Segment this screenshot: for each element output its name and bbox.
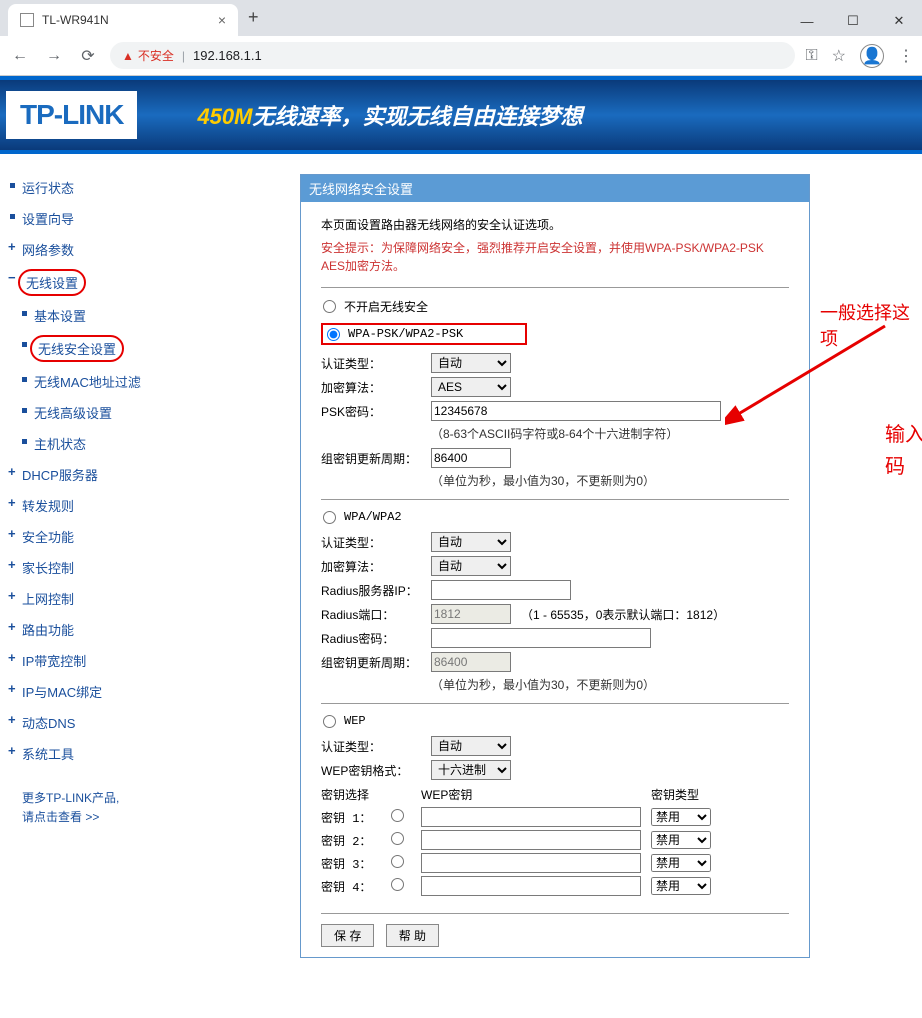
- warning-icon: ▲: [122, 49, 134, 63]
- annotation-select-this: 一般选择这项: [820, 299, 922, 351]
- browser-tab[interactable]: TL-WR941N ×: [8, 4, 238, 36]
- input-psk[interactable]: [431, 401, 721, 421]
- logo: TP-LINK: [6, 91, 137, 139]
- radio-wpapsk[interactable]: [327, 328, 340, 341]
- sidebar-item-hoststatus[interactable]: 主机状态: [6, 428, 164, 459]
- save-button[interactable]: 保 存: [321, 924, 374, 947]
- banner: TP-LINK 450M无线速率，实现无线自由连接梦想: [0, 76, 922, 154]
- sidebar-item-routing[interactable]: 路由功能: [6, 614, 164, 645]
- radio-wepkey-1[interactable]: [391, 809, 404, 822]
- radio-disable[interactable]: [323, 300, 336, 313]
- menu-icon[interactable]: ⋮: [898, 46, 914, 66]
- sidebar-item-securityfn[interactable]: 安全功能: [6, 521, 164, 552]
- select-weptype-1[interactable]: 禁用: [651, 808, 711, 826]
- input-radius-pw[interactable]: [431, 628, 651, 648]
- close-tab-icon[interactable]: ×: [218, 12, 226, 28]
- input-wepkey-2[interactable]: [421, 830, 641, 850]
- reload-icon[interactable]: ⟳: [76, 46, 100, 66]
- sidebar-item-network[interactable]: 网络参数: [6, 234, 164, 265]
- input-rekey-2: [431, 652, 511, 672]
- wep-row-1: 密钥 1： 禁用: [321, 807, 789, 827]
- maximize-icon[interactable]: ☐: [830, 6, 876, 36]
- key-icon[interactable]: ⚿: [805, 47, 817, 65]
- url-text: 192.168.1.1: [193, 48, 262, 63]
- back-icon[interactable]: ←: [8, 47, 32, 65]
- input-radius-port: [431, 604, 511, 624]
- select-weptype-4[interactable]: 禁用: [651, 877, 711, 895]
- select-weptype-3[interactable]: 禁用: [651, 854, 711, 872]
- sidebar-item-access[interactable]: 上网控制: [6, 583, 164, 614]
- sidebar-item-ipmac[interactable]: IP与MAC绑定: [6, 676, 164, 707]
- sidebar-item-parental[interactable]: 家长控制: [6, 552, 164, 583]
- sidebar-item-system[interactable]: 系统工具: [6, 738, 164, 769]
- radio-wepkey-2[interactable]: [391, 832, 404, 845]
- select-auth-type-1[interactable]: 自动: [431, 353, 511, 373]
- radio-wpa[interactable]: [323, 511, 336, 524]
- sidebar-item-basic[interactable]: 基本设置: [6, 300, 164, 331]
- sidebar-item-wireless[interactable]: 无线设置: [6, 265, 164, 300]
- sidebar-item-advanced[interactable]: 无线高级设置: [6, 397, 164, 428]
- sidebar-item-ddns[interactable]: 动态DNS: [6, 707, 164, 738]
- rekey-hint-1: （单位为秒，最小值为30，不更新则为0）: [431, 472, 789, 489]
- insecure-badge: ▲ 不安全: [122, 47, 174, 64]
- label-wep: WEP: [344, 714, 366, 728]
- address-bar[interactable]: ▲ 不安全 | 192.168.1.1: [110, 42, 795, 69]
- sidebar-item-status[interactable]: 运行状态: [6, 172, 164, 203]
- select-auth-type-3[interactable]: 自动: [431, 736, 511, 756]
- minimize-icon[interactable]: —: [784, 6, 830, 36]
- main-content: 无线网络安全设置 本页面设置路由器无线网络的安全认证选项。 安全提示：为保障网络…: [170, 154, 922, 978]
- radio-wep[interactable]: [323, 715, 336, 728]
- close-window-icon[interactable]: ✕: [876, 6, 922, 36]
- wep-row-3: 密钥 3： 禁用: [321, 853, 789, 873]
- label-wpa: WPA/WPA2: [344, 510, 402, 524]
- sidebar-item-security[interactable]: 无线安全设置: [6, 331, 164, 366]
- label-wpapsk: WPA-PSK/WPA2-PSK: [348, 327, 463, 341]
- profile-icon[interactable]: 👤: [860, 44, 884, 68]
- page-icon: [20, 13, 34, 27]
- radio-wepkey-4[interactable]: [391, 878, 404, 891]
- settings-panel: 无线网络安全设置 本页面设置路由器无线网络的安全认证选项。 安全提示：为保障网络…: [300, 174, 810, 958]
- more-products-link[interactable]: 更多TP-LINK产品, 请点击查看 >>: [6, 789, 164, 827]
- sidebar: 运行状态 设置向导 网络参数 无线设置 基本设置 无线安全设置 无线MAC地址过…: [0, 154, 170, 978]
- sidebar-item-forward[interactable]: 转发规则: [6, 490, 164, 521]
- annotation-enter-password: 输入你想设置的WiFi密码: [885, 419, 922, 483]
- radio-wepkey-3[interactable]: [391, 855, 404, 868]
- sidebar-item-dhcp[interactable]: DHCP服务器: [6, 459, 164, 490]
- label-disable: 不开启无线安全: [344, 298, 428, 315]
- input-wepkey-1[interactable]: [421, 807, 641, 827]
- new-tab-button[interactable]: +: [238, 0, 269, 36]
- tab-title: TL-WR941N: [42, 13, 109, 27]
- select-weptype-2[interactable]: 禁用: [651, 831, 711, 849]
- panel-title: 无线网络安全设置: [301, 175, 809, 202]
- select-encrypt-2[interactable]: 自动: [431, 556, 511, 576]
- browser-chrome: TL-WR941N × + — ☐ ✕ ← → ⟳ ▲ 不安全 | 192.16…: [0, 0, 922, 76]
- forward-icon[interactable]: →: [42, 47, 66, 65]
- select-encrypt-1[interactable]: AES: [431, 377, 511, 397]
- rekey-hint-2: （单位为秒，最小值为30，不更新则为0）: [431, 676, 789, 693]
- wep-row-2: 密钥 2： 禁用: [321, 830, 789, 850]
- sidebar-item-wizard[interactable]: 设置向导: [6, 203, 164, 234]
- sidebar-item-macfilter[interactable]: 无线MAC地址过滤: [6, 366, 164, 397]
- wep-row-4: 密钥 4： 禁用: [321, 876, 789, 896]
- slogan: 450M无线速率，实现无线自由连接梦想: [197, 99, 582, 131]
- input-wepkey-4[interactable]: [421, 876, 641, 896]
- psk-hint: （8-63个ASCII码字符或8-64个十六进制字符）: [431, 425, 789, 442]
- input-rekey-1[interactable]: [431, 448, 511, 468]
- star-icon[interactable]: ☆: [832, 46, 846, 66]
- help-button[interactable]: 帮 助: [386, 924, 439, 947]
- intro-text: 本页面设置路由器无线网络的安全认证选项。: [321, 216, 789, 233]
- input-wepkey-3[interactable]: [421, 853, 641, 873]
- sidebar-item-bandwidth[interactable]: IP带宽控制: [6, 645, 164, 676]
- warning-text: 安全提示：为保障网络安全，强烈推荐开启安全设置，并使用WPA-PSK/WPA2-…: [321, 239, 789, 275]
- select-wep-format[interactable]: 十六进制: [431, 760, 511, 780]
- select-auth-type-2[interactable]: 自动: [431, 532, 511, 552]
- input-radius-ip[interactable]: [431, 580, 571, 600]
